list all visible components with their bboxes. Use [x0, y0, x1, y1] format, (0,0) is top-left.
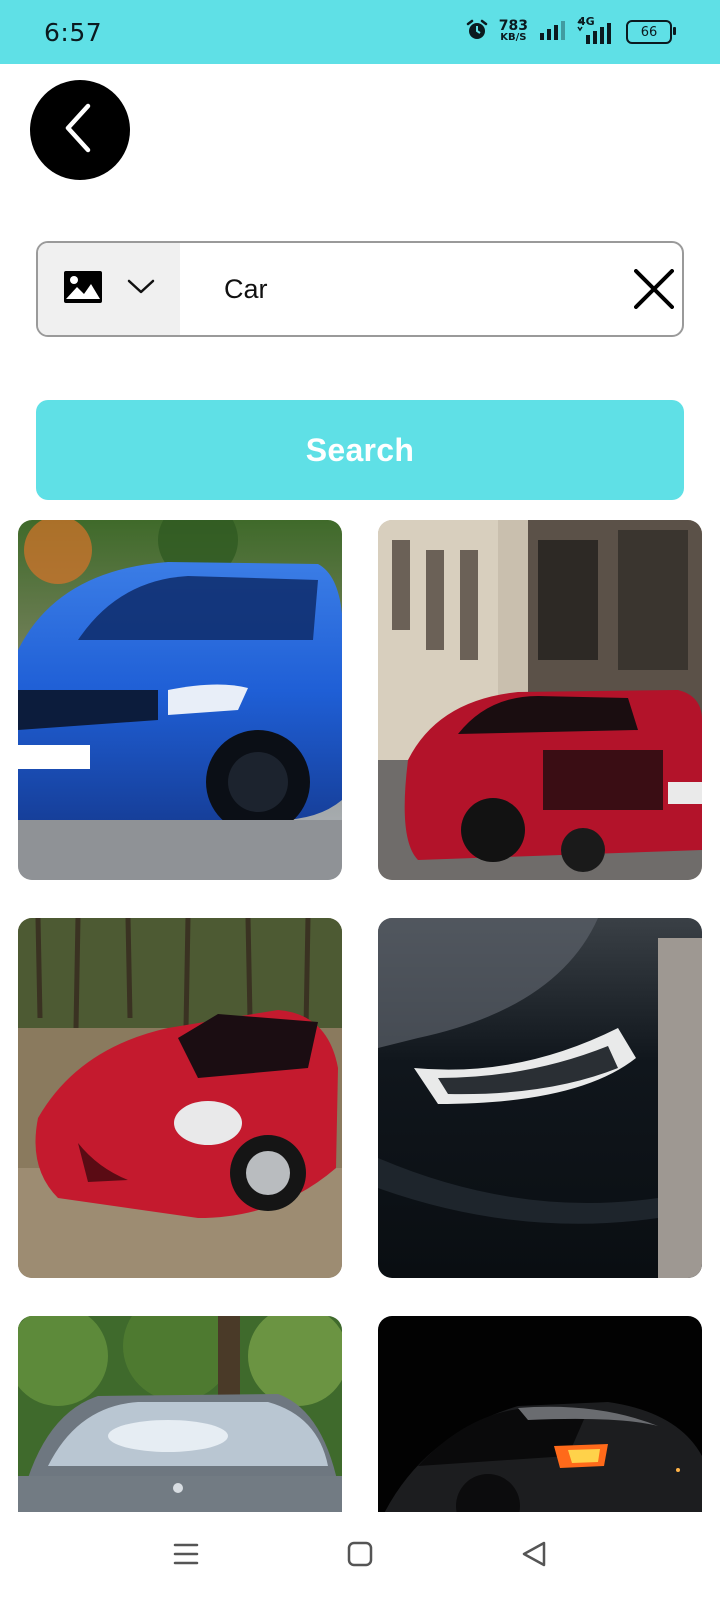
result-image-card[interactable]	[378, 520, 702, 880]
network-speed-value: 783	[498, 18, 528, 34]
chevron-down-icon	[127, 279, 155, 300]
result-image-card[interactable]	[378, 1316, 702, 1512]
search-input[interactable]	[224, 269, 644, 309]
square-icon	[346, 1540, 374, 1573]
network-speed-unit: KB/S	[500, 32, 527, 43]
system-nav-bar	[0, 1512, 720, 1600]
car-photo	[18, 520, 342, 880]
result-image-card[interactable]	[378, 918, 702, 1278]
clear-search-button[interactable]	[630, 267, 678, 315]
triangle-back-icon	[520, 1540, 548, 1573]
car-photo	[378, 918, 702, 1278]
car-photo	[378, 1316, 702, 1512]
car-photo	[378, 520, 702, 880]
signal-4g-icon: 4G	[576, 15, 616, 45]
image-icon	[63, 270, 103, 309]
search-type-dropdown[interactable]	[38, 243, 180, 335]
battery-icon: 66	[626, 20, 676, 44]
car-photo	[18, 918, 342, 1278]
search-button[interactable]: Search	[36, 400, 684, 500]
recent-apps-button[interactable]	[162, 1532, 210, 1580]
alarm-icon	[465, 18, 489, 47]
battery-level: 66	[640, 24, 658, 40]
status-bar: 6:57 783 KB/S 4G 66	[0, 0, 720, 64]
image-results-grid	[0, 520, 720, 1512]
menu-icon	[172, 1540, 200, 1573]
status-icons: 783 KB/S 4G 66	[465, 15, 676, 48]
home-button[interactable]	[336, 1532, 384, 1580]
back-button[interactable]	[30, 80, 130, 180]
back-nav-button[interactable]	[510, 1532, 558, 1580]
car-photo	[18, 1316, 342, 1512]
result-image-card[interactable]	[18, 520, 342, 880]
signal-icon	[538, 19, 566, 46]
result-image-card[interactable]	[18, 918, 342, 1278]
status-time: 6:57	[44, 18, 103, 47]
close-icon	[634, 268, 674, 314]
network-speed: 783 KB/S	[498, 18, 528, 44]
result-image-card[interactable]	[18, 1316, 342, 1512]
search-box	[36, 241, 684, 337]
chevron-left-icon	[60, 102, 100, 159]
